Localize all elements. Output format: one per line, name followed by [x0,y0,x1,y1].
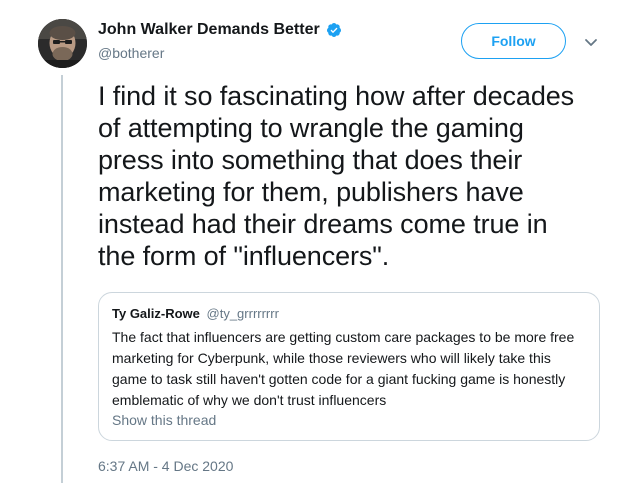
quoted-author-name: Ty Galiz-Rowe [112,306,200,321]
author-name[interactable]: John Walker Demands Better [98,20,320,40]
tweet-text-line: the form of "influencers". [98,241,390,271]
tweet-text-line: instead had their dreams come true in [98,209,548,239]
tweet-timestamp[interactable]: 6:37 AM - 4 Dec 2020 [98,457,233,475]
chevron-down-icon[interactable] [583,34,599,50]
tweet-text-line: marketing for them, publishers have [98,177,524,207]
quoted-tweet-card[interactable]: Ty Galiz-Rowe @ty_grrrrrrrr The fact tha… [98,292,600,441]
tweet-text-line: press into something that does their [98,145,523,175]
author-name-row: John Walker Demands Better [98,20,342,40]
quoted-author-handle: @ty_grrrrrrrr [206,306,279,321]
quoted-tweet-header: Ty Galiz-Rowe @ty_grrrrrrrr [112,305,279,323]
verified-badge-icon [326,23,341,37]
quoted-text-line: emblematic of why we don't trust influen… [112,392,387,408]
quoted-text-line: game to task still haven't gotten code f… [112,371,566,387]
author-handle[interactable]: @botherer [98,44,164,62]
follow-button[interactable]: Follow [461,23,566,59]
avatar[interactable] [38,19,87,68]
tweet-text: I find it so fascinating how after decad… [98,80,608,272]
tweet-text-line: of attempting to wrangle the gaming [98,113,524,143]
quoted-text-line: marketing for Cyberpunk, while those rev… [112,350,551,366]
show-thread-link[interactable]: Show this thread [112,411,216,429]
quoted-tweet-text: The fact that influencers are getting cu… [112,327,592,411]
tweet-text-line: I find it so fascinating how after decad… [98,81,575,111]
thread-connector-line [61,75,63,483]
avatar-image [38,19,87,68]
quoted-text-line: The fact that influencers are getting cu… [112,329,575,345]
